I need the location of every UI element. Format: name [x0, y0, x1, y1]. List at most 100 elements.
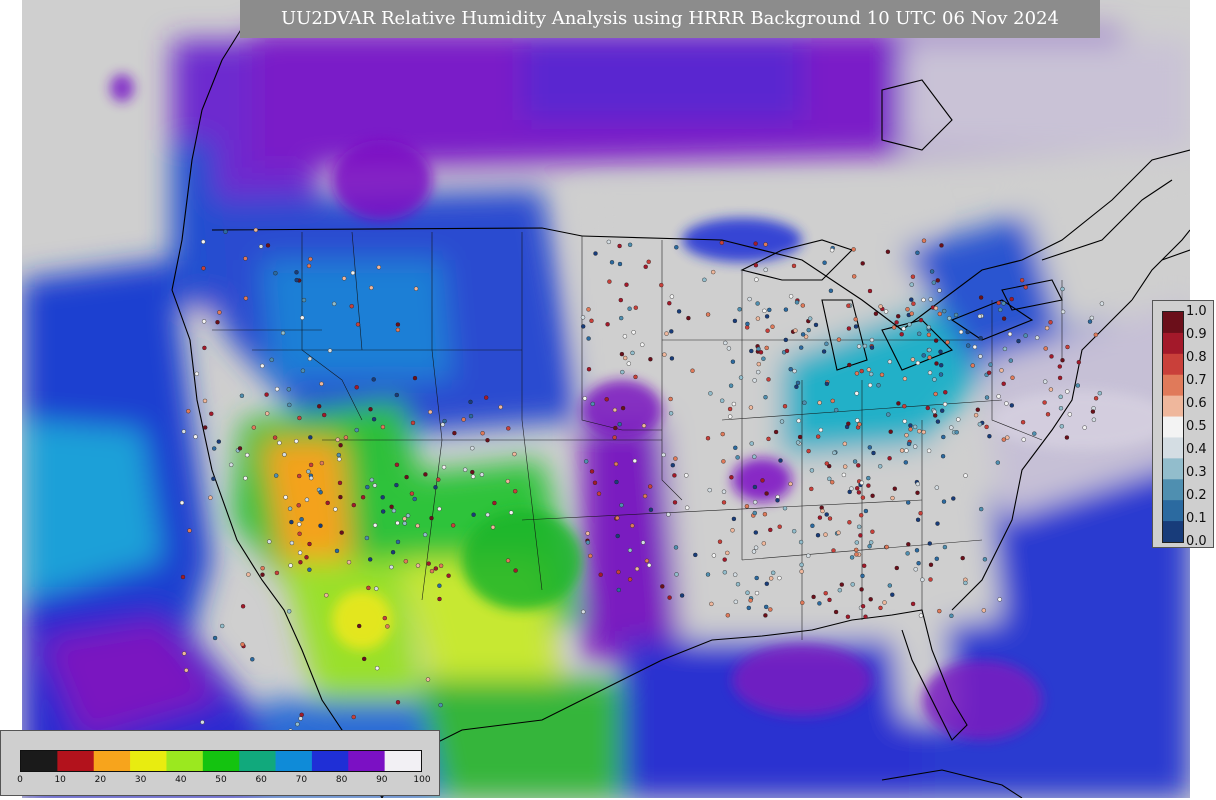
observation-station-dot	[926, 332, 932, 337]
observation-station-dot	[269, 357, 274, 362]
observation-station-dot	[673, 545, 679, 550]
observation-station-dot	[219, 623, 225, 629]
observation-station-dot	[441, 465, 447, 470]
observation-station-dot	[1009, 403, 1014, 408]
observation-station-dot	[304, 497, 310, 502]
observation-station-dot	[859, 587, 864, 592]
observation-station-dot	[792, 368, 797, 374]
observation-station-dot	[667, 301, 672, 306]
observation-station-dot	[380, 495, 385, 500]
observation-station-dot	[277, 440, 282, 446]
observation-station-dot	[966, 343, 971, 348]
observation-station-dot	[1048, 320, 1053, 325]
observation-station-dot	[1076, 360, 1082, 365]
observation-station-dot	[382, 615, 387, 621]
observation-scale-segment	[1163, 353, 1183, 376]
observation-station-dot	[243, 256, 248, 261]
observation-station-dot	[702, 277, 707, 282]
observation-station-dot	[927, 541, 932, 546]
observation-station-dot	[915, 517, 921, 522]
observation-station-dot	[738, 375, 744, 380]
observation-station-dot	[816, 434, 821, 439]
observation-station-dot	[711, 269, 716, 275]
observation-station-dot	[509, 510, 514, 515]
observation-station-dot	[389, 504, 394, 509]
observation-station-dot	[963, 580, 968, 586]
observation-station-dot	[282, 452, 287, 457]
observation-station-dot	[368, 407, 373, 412]
observation-station-dot	[1087, 319, 1093, 324]
observation-station-dot	[906, 542, 911, 547]
observation-station-dot	[928, 577, 933, 582]
observation-station-dot	[588, 553, 593, 559]
rh-colorbar-tick: 30	[134, 775, 147, 785]
observation-station-dot	[854, 552, 859, 557]
observation-station-dot	[777, 524, 782, 529]
observation-scale-segment	[1163, 500, 1183, 522]
observation-station-dot	[389, 564, 394, 570]
observation-station-dot	[866, 475, 871, 481]
observation-station-dot	[1016, 338, 1021, 344]
observation-station-dot	[854, 391, 859, 396]
rh-colorbar-segment	[202, 751, 240, 771]
rh-colorbar-tick: 80	[335, 775, 348, 785]
observation-station-dot	[958, 329, 964, 335]
observation-station-dot	[630, 350, 635, 356]
observation-station-dot	[705, 572, 711, 577]
observation-station-dot	[811, 594, 816, 600]
observation-station-dot	[932, 377, 937, 382]
observation-station-dot	[322, 412, 327, 418]
observation-station-dot	[987, 434, 992, 439]
observation-station-dot	[752, 378, 757, 383]
observation-station-dot	[1082, 425, 1087, 430]
observation-station-dot	[725, 550, 730, 556]
observation-station-dot	[624, 282, 629, 287]
observation-station-dot	[754, 590, 760, 596]
observation-station-dot	[871, 450, 876, 456]
observation-station-dot	[619, 315, 624, 321]
observation-station-dot	[866, 367, 872, 372]
observation-station-dot	[686, 315, 691, 321]
observation-station-dot	[613, 461, 619, 467]
observation-scale-tick: 1.0	[1186, 304, 1207, 319]
observation-station-dot	[492, 500, 497, 506]
observation-station-dot	[438, 563, 444, 568]
observation-station-dot	[941, 499, 947, 504]
observation-station-dot	[403, 559, 408, 564]
observation-station-dot	[802, 400, 807, 405]
observation-station-dot	[921, 353, 926, 358]
observation-station-dot	[841, 472, 847, 478]
observation-station-dot	[820, 508, 825, 514]
observation-station-dot	[309, 475, 314, 481]
observation-station-dot	[857, 422, 862, 427]
observation-station-dot	[764, 314, 770, 319]
observation-station-dot	[735, 582, 741, 587]
observation-station-dot	[823, 532, 828, 537]
rh-colorbar-tick: 0	[17, 775, 23, 785]
observation-station-dot	[937, 311, 942, 317]
observation-station-dot	[721, 459, 726, 464]
observation-station-dot	[937, 288, 942, 293]
observation-station-dot	[847, 489, 852, 495]
observation-station-dot	[337, 480, 343, 486]
observation-station-dot	[1010, 375, 1015, 380]
observation-station-dot	[468, 413, 474, 419]
observation-station-dot	[753, 530, 758, 535]
observation-station-dot	[648, 507, 654, 512]
observation-station-dot	[829, 247, 835, 253]
observation-station-dot	[415, 563, 421, 568]
observation-station-dot	[366, 585, 371, 591]
observation-station-dot	[612, 435, 617, 440]
observation-station-dot	[792, 529, 797, 534]
observation-station-dot	[764, 604, 769, 610]
observation-station-dot	[934, 361, 939, 366]
observation-station-dot	[943, 390, 948, 395]
observation-station-dot	[809, 486, 814, 492]
observation-station-dot	[1060, 286, 1065, 292]
observation-station-dot	[705, 436, 711, 441]
observation-station-dot	[372, 483, 377, 488]
observation-station-dot	[915, 250, 920, 256]
observation-station-dot	[896, 401, 901, 406]
observation-station-dot	[298, 560, 303, 565]
observation-station-dot	[905, 307, 910, 312]
